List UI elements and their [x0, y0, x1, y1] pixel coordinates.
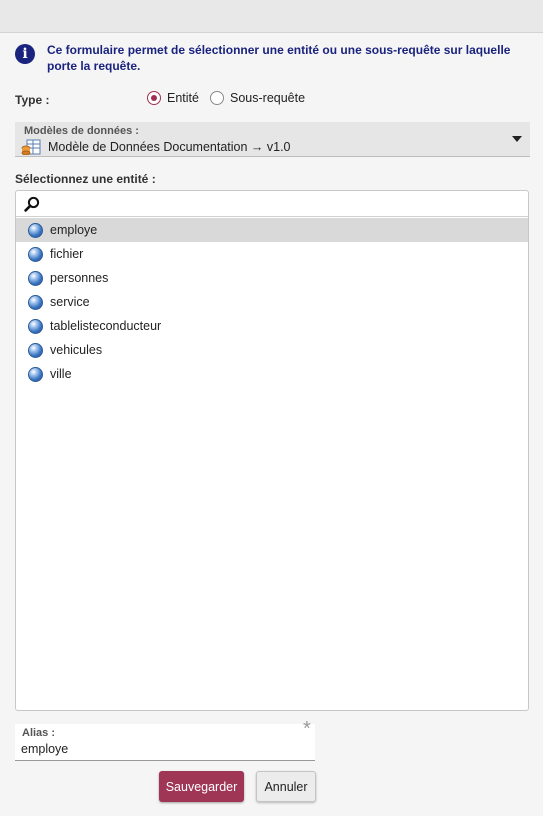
entity-icon — [28, 294, 43, 310]
list-item-label: vehicules — [50, 343, 103, 357]
data-model-value: Modèle de Données Documentation → v1.0 — [48, 140, 291, 154]
entity-picker-title: Sélectionnez une entité : — [15, 172, 156, 186]
alias-field: Alias : — [15, 724, 315, 761]
list-item-label: employe — [50, 223, 98, 237]
data-model-select[interactable]: Modèles de données : Modèle de Données D… — [15, 122, 530, 157]
radio-checked-icon[interactable] — [147, 91, 161, 105]
entity-search — [16, 191, 528, 217]
info-icon: i — [15, 44, 35, 64]
required-icon: * — [303, 718, 311, 740]
info-text: Ce formulaire permet de sélectionner une… — [47, 43, 511, 73]
type-label: Type : — [15, 93, 50, 107]
info-message: i Ce formulaire permet de sélectionner u… — [15, 42, 530, 74]
list-item[interactable]: employe — [16, 218, 528, 242]
list-item-label: fichier — [50, 247, 84, 261]
list-item[interactable]: ville — [16, 362, 528, 386]
radio-entite-label: Entité — [167, 91, 199, 105]
radio-unchecked-icon[interactable] — [210, 91, 224, 105]
entity-icon — [28, 342, 43, 358]
list-item[interactable]: fichier — [16, 242, 528, 266]
list-item[interactable]: tablelisteconducteur — [16, 314, 528, 338]
radio-entite[interactable]: Entité — [147, 91, 199, 105]
entity-icon — [28, 246, 43, 262]
dialog-header-bar — [0, 0, 543, 33]
cancel-button[interactable]: Annuler — [256, 771, 316, 802]
data-model-label: Modèles de données : — [24, 125, 139, 137]
alias-label: Alias : — [22, 727, 56, 739]
list-item-label: ville — [50, 367, 72, 381]
entity-icon — [28, 366, 43, 382]
list-item[interactable]: personnes — [16, 266, 528, 290]
chevron-down-icon[interactable] — [512, 136, 522, 142]
list-item[interactable]: service — [16, 290, 528, 314]
type-field: Type : Entité Sous-requête — [15, 90, 530, 110]
entity-icon — [28, 222, 43, 238]
entity-search-input[interactable] — [42, 193, 526, 215]
alias-input[interactable] — [21, 741, 301, 757]
radio-sous-requete-label: Sous-requête — [230, 91, 306, 105]
list-item-label: tablelisteconducteur — [50, 319, 162, 333]
list-item-label: personnes — [50, 271, 109, 285]
entity-icon — [28, 318, 43, 334]
radio-sous-requete[interactable]: Sous-requête — [210, 91, 305, 105]
entity-list: employe fichier personnes service tablel… — [16, 218, 528, 386]
save-button[interactable]: Sauvegarder — [159, 771, 244, 802]
entity-picker: employe fichier personnes service tablel… — [15, 190, 529, 711]
list-item-label: service — [50, 295, 90, 309]
entity-icon — [28, 270, 43, 286]
list-item[interactable]: vehicules — [16, 338, 528, 362]
data-model-icon — [21, 139, 41, 155]
search-icon — [24, 196, 40, 212]
